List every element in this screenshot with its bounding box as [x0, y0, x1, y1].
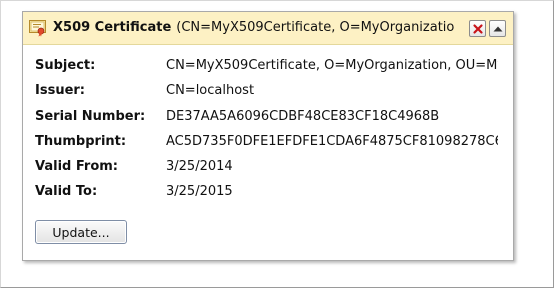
field-row-valid-to: Valid To: 3/25/2015 — [35, 184, 507, 209]
field-row-valid-from: Valid From: 3/25/2014 — [35, 159, 507, 184]
valid-from-label: Valid From: — [35, 159, 119, 175]
field-row-issuer: Issuer: CN=localhost — [35, 83, 507, 108]
collapse-button[interactable] — [489, 20, 506, 37]
valid-from-value: 3/25/2014 — [166, 159, 233, 175]
panel-title-row: X509 Certificate (CN=MyX509Certificate, O… — [53, 20, 454, 36]
collapse-up-icon — [493, 26, 503, 32]
update-button[interactable]: Update... — [35, 220, 127, 244]
serial-number-label: Serial Number: — [35, 108, 146, 124]
issuer-label: Issuer: — [35, 83, 85, 99]
subject-value: CN=MyX509Certificate, O=MyOrganization, … — [166, 58, 498, 73]
close-button[interactable] — [469, 20, 486, 37]
subject-label: Subject: — [35, 58, 96, 73]
thumbprint-label: Thumbprint: — [35, 133, 127, 149]
close-icon — [473, 24, 483, 34]
serial-number-value: DE37AA5A6096CDBF48CE83CF18C4968B — [166, 108, 440, 124]
thumbprint-value: AC5D735F0DFE1EFDFE1CDA6F4875CF81098278C6 — [166, 133, 498, 149]
panel-title: X509 Certificate — [53, 20, 172, 35]
issuer-value: CN=localhost — [166, 83, 255, 99]
certificate-icon — [29, 20, 47, 37]
field-row-thumbprint: Thumbprint: AC5D735F0DFE1EFDFE1CDA6F4875… — [35, 134, 507, 159]
panel-header: X509 Certificate (CN=MyX509Certificate, O… — [23, 12, 513, 45]
x509-certificate-panel: X509 Certificate (CN=MyX509Certificate, O… — [22, 11, 514, 261]
certificate-fields: Subject: CN=MyX509Certificate, O=MyOrgan… — [35, 58, 507, 210]
panel-subtitle: (CN=MyX509Certificate, O=MyOrganizatio — [176, 20, 455, 35]
valid-to-label: Valid To: — [35, 184, 98, 200]
valid-to-value: 3/25/2015 — [166, 184, 233, 200]
field-row-subject: Subject: CN=MyX509Certificate, O=MyOrgan… — [35, 58, 507, 83]
field-row-serial-number: Serial Number: DE37AA5A6096CDBF48CE83CF1… — [35, 109, 507, 134]
